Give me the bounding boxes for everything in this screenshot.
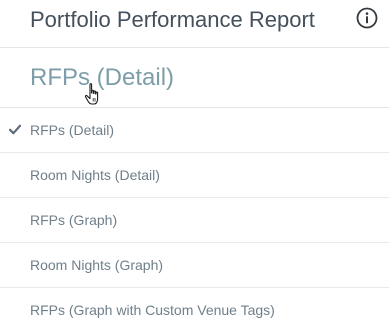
info-button[interactable] (356, 7, 378, 29)
menu-item-label: RFPs (Detail) (30, 122, 115, 138)
menu-item-rfps-detail[interactable]: RFPs (Detail) (0, 108, 389, 153)
info-circle-icon (356, 7, 378, 29)
report-type-dropdown[interactable]: RFPs (Detail) (0, 48, 389, 108)
menu-item-label: RFPs (Graph) (30, 212, 118, 228)
menu-item-label: Room Nights (Graph) (30, 257, 164, 273)
menu-item-rfps-graph[interactable]: RFPs (Graph) (0, 198, 389, 243)
menu-item-room-nights-detail[interactable]: Room Nights (Detail) (0, 153, 389, 198)
menu-item-label: Room Nights (Detail) (30, 167, 160, 183)
report-header: Portfolio Performance Report (0, 0, 389, 48)
report-type-menu: RFPs (Detail) Room Nights (Detail) RFPs … (0, 108, 389, 333)
menu-item-room-nights-graph[interactable]: Room Nights (Graph) (0, 243, 389, 288)
menu-item-rfps-graph-custom-venue-tags[interactable]: RFPs (Graph with Custom Venue Tags) (0, 288, 389, 333)
hand-pointer-icon (84, 83, 99, 105)
checkmark-icon (9, 124, 21, 135)
menu-item-label: RFPs (Graph with Custom Venue Tags) (30, 302, 275, 318)
page-title: Portfolio Performance Report (30, 7, 315, 32)
